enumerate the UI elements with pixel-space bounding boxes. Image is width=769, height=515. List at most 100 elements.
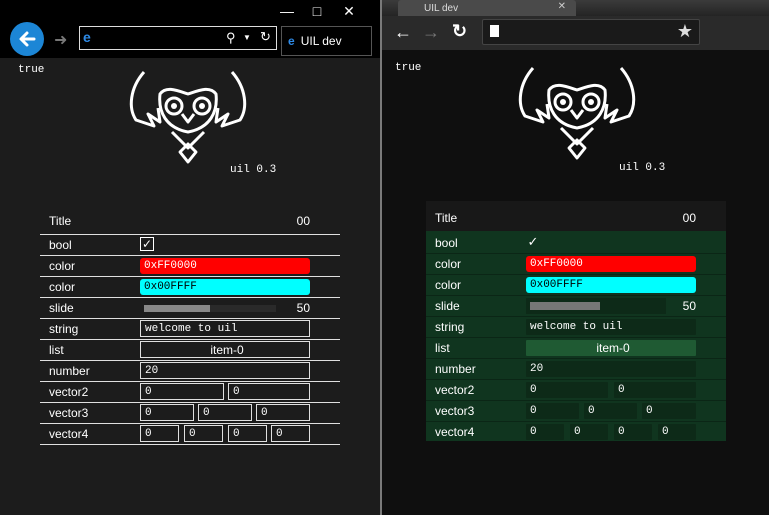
vector2-label: vector2 [49,385,89,399]
vector3-x-input[interactable]: 0 [140,404,194,421]
slide-track[interactable] [144,305,276,312]
back-arrow-icon[interactable] [10,22,44,56]
slide-value: 50 [296,301,310,315]
panel-title-row: Title 00 [426,201,726,231]
chrome-tab-bar: UIL dev ✕ [382,0,769,16]
slide-fill [530,302,600,310]
tab-title: UIL dev [300,34,342,48]
vector3-row: vector3 0 0 0 [40,403,340,424]
number-label: number [49,364,90,378]
string-label: string [49,322,79,336]
version-text: uil 0.3 [619,162,666,174]
color1-row: color 0xFF0000 [40,256,340,277]
tab-uil-dev[interactable]: e UIL dev [281,26,372,56]
number-input[interactable]: 20 [526,361,696,377]
status-text: true [395,62,422,74]
vector3-y-input[interactable]: 0 [198,404,252,421]
color2-label: color [435,278,462,292]
vector4-z-input[interactable]: 0 [614,424,652,440]
panel-title-value: 00 [296,214,310,228]
vector3-y-input[interactable]: 0 [584,403,637,419]
slide-row: slide 50 [426,296,726,317]
string-input[interactable]: welcome to uil [526,319,696,335]
ie-tab-icon: e [288,34,295,48]
color2-row: color 0x00FFFF [40,277,340,298]
list-label: list [435,341,450,355]
vector2-x-input[interactable]: 0 [140,383,224,400]
omnibox[interactable]: ★ [482,19,700,45]
maximize-icon[interactable]: □ [302,0,332,22]
vector4-x-input[interactable]: 0 [140,425,179,442]
vector4-row: vector4 0 0 0 0 [426,422,726,442]
status-text: true [18,64,45,76]
vector2-y-input[interactable]: 0 [228,383,310,400]
star-icon[interactable]: ★ [677,21,693,42]
color1-label: color [49,259,76,273]
panel-title-value: 00 [682,211,696,225]
vector3-z-input[interactable]: 0 [642,403,696,419]
tab-uil-dev[interactable]: UIL dev ✕ [398,0,576,16]
minimize-icon[interactable]: — [272,0,302,22]
chrome-toolbar: ← → ↻ ★ [382,16,769,50]
number-input[interactable]: 20 [140,362,310,379]
color1-label: color [435,257,462,271]
vector4-w-input[interactable]: 0 [658,424,696,440]
chrome-page-content: true uil 0.3 Title 00 bool ✓ color 0xFF0… [382,50,769,515]
tab-close-icon[interactable]: ✕ [558,1,566,12]
vector4-w-input[interactable]: 0 [271,425,310,442]
vector4-label: vector4 [49,427,89,441]
list-label: list [49,343,64,357]
back-arrow-icon[interactable]: ← [394,22,412,43]
vector2-row: vector2 0 0 [426,380,726,401]
chrome-browser-window: UIL dev ✕ ← → ↻ ★ true uil 0.3 Title 00 … [380,0,769,515]
forward-arrow-icon[interactable]: ➜ [54,30,67,50]
list-select[interactable]: item-0 [140,341,310,358]
panel-title-row: Title 00 [40,210,340,235]
ie-browser-window: — □ ✕ ➜ e ⚲ ▼ ↻ e UIL dev true uil 0.3 T… [0,0,380,515]
version-text: uil 0.3 [230,164,277,176]
ie-page-content: true uil 0.3 Title 00 bool ✓ color 0xFF0… [0,58,380,515]
vector4-y-input[interactable]: 0 [570,424,608,440]
list-row: list item-0 [40,340,340,361]
string-input[interactable]: welcome to uil [140,320,310,337]
refresh-icon[interactable]: ↻ [260,29,271,45]
address-bar[interactable]: e ⚲ ▼ ↻ [79,26,277,50]
vector4-y-input[interactable]: 0 [184,425,223,442]
color2-field[interactable]: 0x00FFFF [526,277,696,293]
vector4-x-input[interactable]: 0 [526,424,564,440]
page-icon [490,25,499,37]
vector3-z-input[interactable]: 0 [256,404,310,421]
color1-field[interactable]: 0xFF0000 [140,258,310,274]
vector2-y-input[interactable]: 0 [614,382,696,398]
vector4-z-input[interactable]: 0 [228,425,267,442]
color1-row: color 0xFF0000 [426,254,726,275]
string-row: string welcome to uil [40,319,340,340]
bool-checkbox[interactable]: ✓ [140,237,154,251]
search-icon[interactable]: ⚲ [226,30,236,46]
dropdown-icon[interactable]: ▼ [243,33,251,42]
list-row: list item-0 [426,338,726,359]
bool-label: bool [435,236,458,250]
slide-label: slide [49,301,74,315]
ie-page-icon: e [83,29,91,45]
bool-checkbox[interactable]: ✓ [526,235,540,249]
ie-toolbar: — □ ✕ ➜ e ⚲ ▼ ↻ e UIL dev [0,0,380,58]
bool-row: bool ✓ [426,233,726,254]
forward-arrow-icon[interactable]: → [422,22,440,43]
uil-panel: Title 00 bool ✓ color 0xFF0000 color 0x0… [426,201,726,441]
slide-value: 50 [682,299,696,313]
vector3-x-input[interactable]: 0 [526,403,579,419]
close-icon[interactable]: ✕ [334,0,364,22]
bool-row: bool ✓ [40,235,340,256]
panel-title: Title [435,211,458,225]
vector2-label: vector2 [435,383,475,397]
list-select[interactable]: item-0 [526,340,696,356]
color1-field[interactable]: 0xFF0000 [526,256,696,272]
number-label: number [435,362,476,376]
color2-field[interactable]: 0x00FFFF [140,279,310,295]
string-row: string welcome to uil [426,317,726,338]
vector2-x-input[interactable]: 0 [526,382,608,398]
refresh-icon[interactable]: ↻ [452,21,467,42]
bool-label: bool [49,238,72,252]
slide-track[interactable] [526,298,666,314]
